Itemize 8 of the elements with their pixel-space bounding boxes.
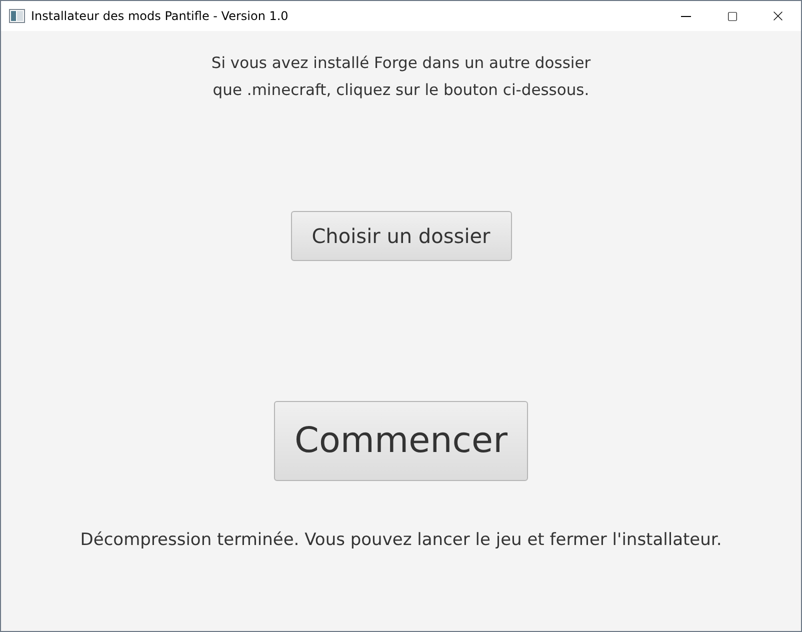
instruction-text: Si vous avez installé Forge dans un autre dossier [211, 53, 591, 74]
maximize-icon [726, 10, 738, 22]
status-message: Décompression terminée. Vous pouvez lancer le jeu et fermer l'installateur. [80, 529, 722, 552]
instruction-text: que .minecraft, cliquez sur le bouton ci-dessous. [212, 80, 590, 101]
window-title: Installateur des mods Pantifle - Version 1.0 [31, 8, 288, 25]
start-button[interactable]: Commencer [274, 401, 528, 481]
app-icon [9, 9, 25, 23]
choose-folder-button[interactable]: Choisir un dossier [290, 211, 512, 261]
